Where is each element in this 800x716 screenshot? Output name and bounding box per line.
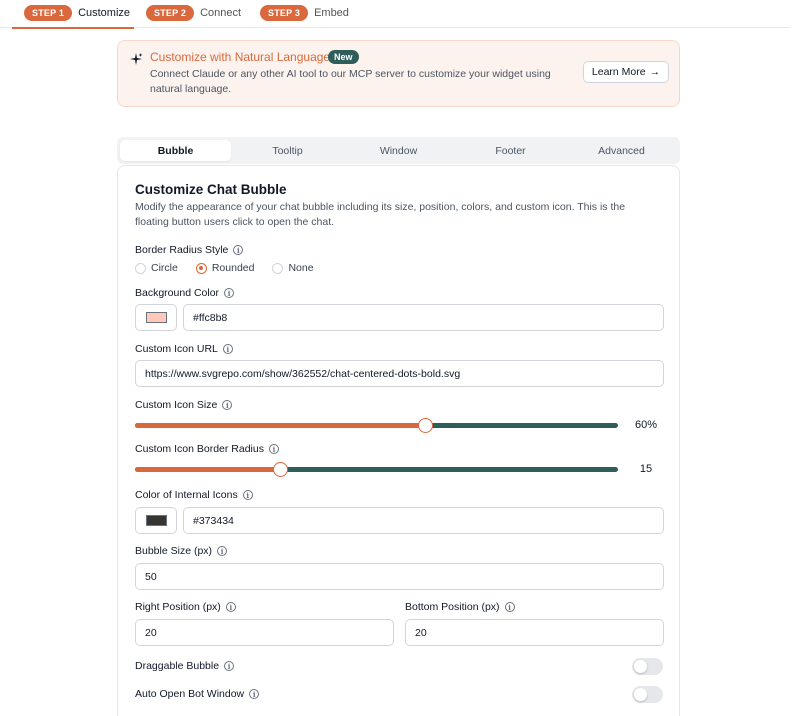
slider-thumb[interactable] (417, 418, 433, 433)
radio-label: Rounded (211, 262, 255, 274)
step-badge: STEP 2 (146, 5, 195, 21)
info-icon[interactable]: i (233, 245, 244, 255)
radio-label: None (288, 262, 314, 274)
custom-icon-border-radius-value: 15 (639, 463, 653, 475)
info-icon[interactable]: i (249, 689, 260, 699)
tab-footer[interactable]: Footer (455, 140, 566, 161)
radio-button[interactable] (135, 262, 146, 274)
border-radius-radio-group: Circle Rounded None (135, 262, 332, 274)
slider-fill (135, 423, 425, 428)
custom-icon-size-value: 60% (634, 419, 658, 431)
toggle-knob (634, 688, 647, 701)
slider-thumb[interactable] (272, 462, 288, 477)
info-icon[interactable]: i (224, 661, 235, 671)
bubble-settings-card: Customize Chat Bubble Modify the appeara… (117, 165, 680, 716)
internal-icons-color-picker[interactable] (135, 507, 177, 534)
slider-fill (135, 467, 280, 472)
step-embed[interactable]: STEP 3 Embed (260, 4, 349, 22)
label-text: Color of Internal Icons (135, 489, 238, 501)
info-icon[interactable]: i (222, 400, 233, 410)
draggable-bubble-label: Draggable Bubble i (135, 660, 235, 672)
label-text: Border Radius Style (135, 244, 229, 256)
draggable-bubble-toggle[interactable] (632, 658, 663, 675)
banner-text: Connect Claude or any other AI tool to o… (150, 68, 551, 95)
info-icon[interactable]: i (268, 444, 279, 454)
custom-icon-size-slider[interactable] (135, 418, 618, 433)
auto-open-toggle[interactable] (632, 686, 663, 703)
tab-bubble[interactable]: Bubble (120, 140, 231, 161)
label-text: Auto Open Bot Window (135, 688, 245, 700)
info-icon[interactable]: i (217, 546, 228, 556)
step-label: Connect (200, 7, 242, 19)
toggle-knob (634, 660, 647, 673)
background-color-picker[interactable] (135, 304, 177, 331)
custom-icon-border-radius-slider[interactable] (135, 462, 618, 477)
learn-more-label: Learn More (591, 66, 646, 78)
settings-tabs: Bubble Tooltip Window Footer Advanced (117, 137, 680, 164)
custom-icon-size-label: Custom Icon Size i (135, 399, 233, 411)
label-text: Bubble Size (px) (135, 545, 213, 557)
internal-icons-color-label: Color of Internal Icons i (135, 489, 253, 501)
internal-icons-color-input[interactable]: #373434 (183, 507, 664, 534)
color-swatch (145, 515, 167, 526)
custom-icon-url-label: Custom Icon URL i (135, 343, 233, 355)
custom-icon-url-input[interactable]: https://www.svgrepo.com/show/362552/chat… (135, 360, 664, 387)
radio-button[interactable] (272, 262, 284, 274)
tab-advanced[interactable]: Advanced (566, 140, 677, 161)
card-description: Modify the appearance of your chat bubbl… (135, 201, 626, 228)
info-icon[interactable]: i (222, 344, 233, 354)
right-position-input[interactable]: 20 (135, 619, 394, 646)
color-swatch (145, 312, 167, 323)
tab-window[interactable]: Window (343, 140, 454, 161)
label-text: Draggable Bubble (135, 660, 220, 672)
info-icon[interactable]: i (225, 602, 236, 612)
bottom-position-input[interactable]: 20 (405, 619, 664, 646)
tab-tooltip[interactable]: Tooltip (232, 140, 343, 161)
label-text: Background Color (135, 287, 220, 299)
auto-open-label: Auto Open Bot Window i (135, 688, 260, 700)
arrow-right-icon: → (649, 66, 661, 78)
label-text: Custom Icon Size (135, 399, 218, 411)
step-connect[interactable]: STEP 2 Connect (146, 4, 241, 22)
radio-none[interactable]: None (272, 262, 314, 274)
info-icon[interactable]: i (224, 288, 235, 298)
step-badge: STEP 1 (24, 5, 73, 21)
step-badge: STEP 3 (260, 5, 309, 21)
bubble-size-input[interactable]: 50 (135, 563, 664, 590)
radio-label: Circle (151, 262, 178, 274)
label-text: Custom Icon URL (135, 343, 218, 355)
banner-title: Customize with Natural Language (150, 50, 331, 64)
label-text: Bottom Position (px) (405, 601, 500, 613)
radio-circle[interactable]: Circle (135, 262, 178, 274)
step-label: Embed (314, 7, 349, 19)
border-radius-label: Border Radius Style i (135, 244, 244, 256)
custom-icon-border-radius-label: Custom Icon Border Radius i (135, 443, 279, 455)
bubble-size-label: Bubble Size (px) i (135, 545, 228, 557)
info-icon[interactable]: i (504, 602, 515, 612)
active-step-indicator (12, 27, 134, 29)
step-label: Customize (78, 7, 131, 19)
step-customize[interactable]: STEP 1 Customize (24, 4, 130, 22)
new-badge: New (328, 50, 359, 64)
radio-button-checked[interactable] (195, 262, 207, 274)
label-text: Custom Icon Border Radius (135, 443, 264, 455)
bottom-position-label: Bottom Position (px) i (405, 601, 515, 613)
right-position-label: Right Position (px) i (135, 601, 236, 613)
label-text: Right Position (px) (135, 601, 221, 613)
learn-more-button[interactable]: Learn More → (583, 61, 669, 83)
steps-bar: STEP 1 Customize STEP 2 Connect STEP 3 E… (0, 0, 790, 29)
background-color-input[interactable]: #ffc8b8 (183, 304, 664, 331)
info-icon[interactable]: i (242, 490, 253, 500)
radio-rounded[interactable]: Rounded (195, 262, 255, 274)
natural-language-banner: Customize with Natural Language New Conn… (117, 40, 680, 107)
sparkle-icon (130, 53, 143, 65)
background-color-label: Background Color i (135, 287, 235, 299)
card-title: Customize Chat Bubble (135, 182, 287, 197)
